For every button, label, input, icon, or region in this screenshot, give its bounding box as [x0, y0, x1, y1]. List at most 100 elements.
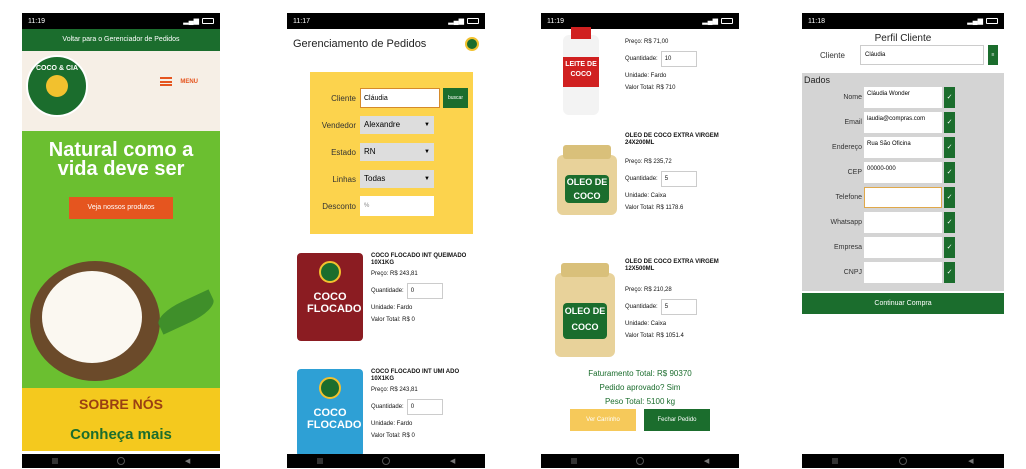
product-unit: Unidade: Caixa	[625, 321, 667, 327]
status-bar: 11:17 ▂▄▆	[287, 13, 485, 29]
cliente-label: Cliente	[820, 50, 845, 60]
product-image: COCO FLOCADO	[297, 253, 363, 341]
fechar-pedido-button[interactable]: Fechar Pedido	[644, 409, 710, 431]
back-icon[interactable]: ◀	[185, 457, 190, 465]
back-to-orders-link[interactable]: Voltar para o Gerenciador de Pedidos	[22, 29, 220, 51]
battery-icon	[467, 18, 479, 24]
product-card: OLEO DE COCO OLEO DE COCO EXTRA VIRGEM 1…	[551, 259, 736, 359]
home-icon[interactable]	[636, 457, 645, 465]
back-icon[interactable]: ◀	[450, 457, 455, 465]
email-input[interactable]: laudia@compras.com	[864, 111, 942, 133]
check-icon[interactable]: ✓	[944, 211, 955, 233]
coconut-image	[30, 261, 160, 381]
cnpj-input[interactable]	[864, 261, 942, 283]
product-card: COCO FLOCADO COCO FLOCADO INT QUEIMADO 1…	[297, 253, 482, 353]
quantity-label: Quantidade:	[625, 176, 658, 182]
quantity-label: Quantidade:	[371, 288, 404, 294]
product-name: OLEO DE COCO EXTRA VIRGEM 24X200ML	[625, 133, 719, 146]
nome-input[interactable]: Cláudia Wonder	[864, 86, 942, 108]
linhas-select[interactable]: Todas	[360, 170, 434, 188]
check-icon[interactable]: ✓	[944, 136, 955, 158]
product-unit: Unidade: Fardo	[625, 73, 667, 79]
whatsapp-label: Whatsapp	[830, 218, 862, 226]
email-label: Email	[844, 118, 862, 126]
back-icon[interactable]: ◀	[704, 457, 709, 465]
quantity-input[interactable]: 5	[660, 299, 697, 315]
order-summary: Faturamento Total: R$ 90370 Pedido aprov…	[541, 369, 739, 411]
product-name: COCO FLOCADO INT QUEIMADO 10X1KG	[371, 253, 467, 266]
order-form: Cliente Cláudia buscar Vendedor Alexandr…	[310, 72, 473, 234]
product-total: Valor Total: R$ 710	[625, 85, 676, 91]
coco-cia-logo[interactable]: COCO & CIA	[26, 55, 88, 117]
home-icon[interactable]	[382, 457, 391, 465]
quantity-input[interactable]: 10	[660, 51, 697, 67]
cliente-label: Cliente	[331, 93, 356, 103]
hero-headline: Natural como a vida deve ser	[48, 139, 194, 180]
recents-icon[interactable]	[316, 458, 323, 464]
check-icon[interactable]: ✓	[944, 186, 955, 208]
recents-icon[interactable]	[832, 458, 839, 464]
cliente-input[interactable]: Cláudia	[360, 88, 440, 108]
desconto-input[interactable]: %	[360, 196, 434, 216]
product-image: OLEO DE COCO	[557, 145, 617, 215]
endereco-input[interactable]: Rua São Oficina	[864, 136, 942, 158]
status-time: 11:19	[547, 17, 564, 25]
estado-select[interactable]: RN	[360, 143, 434, 161]
status-time: 11:19	[28, 17, 45, 25]
battery-icon	[202, 18, 214, 24]
cep-input[interactable]: 00000-000	[864, 161, 942, 183]
android-nav-bar: ◀	[287, 454, 485, 468]
recents-icon[interactable]	[51, 458, 58, 464]
android-nav-bar: ◀	[22, 454, 220, 468]
ver-carrinho-button[interactable]: Ver Carrinho	[570, 409, 636, 431]
quantity-input[interactable]: 5	[660, 171, 697, 187]
about-section: SOBRE NÓS Conheça mais	[22, 388, 220, 451]
product-price: Preço: R$ 71,00	[625, 39, 669, 45]
menu-button[interactable]: MENU	[160, 77, 198, 86]
signal-icon: ▂▄▆	[448, 18, 464, 25]
product-unit: Unidade: Fardo	[371, 305, 413, 311]
whatsapp-input[interactable]	[864, 211, 942, 233]
recents-icon[interactable]	[570, 458, 577, 464]
status-time: 11:17	[293, 17, 310, 25]
continuar-compra-button[interactable]: Continuar Compra	[802, 293, 1004, 314]
cliente-search-button[interactable]: ≡	[988, 45, 998, 65]
product-total: Valor Total: R$ 0	[371, 317, 415, 323]
back-icon[interactable]: ◀	[968, 457, 973, 465]
product-total: Valor Total: R$ 0	[371, 433, 415, 439]
product-card: LEITE DE COCO Preço: R$ 71,00 Quantidade…	[551, 27, 736, 139]
check-icon[interactable]: ✓	[944, 111, 955, 133]
cep-label: CEP	[847, 168, 862, 176]
buscar-button[interactable]: buscar	[443, 88, 468, 108]
page-title: Perfil Cliente	[874, 33, 932, 44]
quantity-label: Quantidade:	[625, 304, 658, 310]
home-icon[interactable]	[117, 457, 126, 465]
cliente-input[interactable]: Cláudia	[860, 45, 984, 65]
battery-icon	[721, 18, 733, 24]
telefone-input[interactable]	[864, 186, 942, 208]
check-icon[interactable]: ✓	[944, 161, 955, 183]
cnpj-label: CNPJ	[843, 268, 862, 276]
product-price: Preço: R$ 243,81	[371, 387, 418, 393]
view-products-button[interactable]: Veja nossos produtos	[69, 197, 173, 219]
screen-order-management: 11:17 ▂▄▆ Gerenciamento de Pedidos Clien…	[287, 13, 485, 468]
product-unit: Unidade: Fardo	[371, 421, 413, 427]
product-price: Preço: R$ 210,28	[625, 287, 672, 293]
product-image: OLEO DE COCO	[555, 263, 615, 357]
quantity-input[interactable]: 0	[406, 283, 443, 299]
check-icon[interactable]: ✓	[944, 261, 955, 283]
check-icon[interactable]: ✓	[944, 86, 955, 108]
product-image: COCO FLOCADO	[297, 369, 363, 457]
coco-cia-logo	[465, 37, 479, 51]
dados-heading: Dados	[804, 75, 831, 85]
check-icon[interactable]: ✓	[944, 236, 955, 258]
quantity-label: Quantidade:	[371, 404, 404, 410]
about-heading: SOBRE NÓS	[78, 396, 163, 412]
empresa-input[interactable]	[864, 236, 942, 258]
signal-icon: ▂▄▆	[183, 18, 199, 25]
dados-panel: Dados Nome Cláudia Wonder ✓ Email laudia@co…	[802, 73, 1004, 291]
home-icon[interactable]	[899, 457, 908, 465]
quantity-input[interactable]: 0	[406, 399, 443, 415]
learn-more-heading[interactable]: Conheça mais	[22, 426, 220, 443]
vendedor-select[interactable]: Alexandre	[360, 116, 434, 134]
